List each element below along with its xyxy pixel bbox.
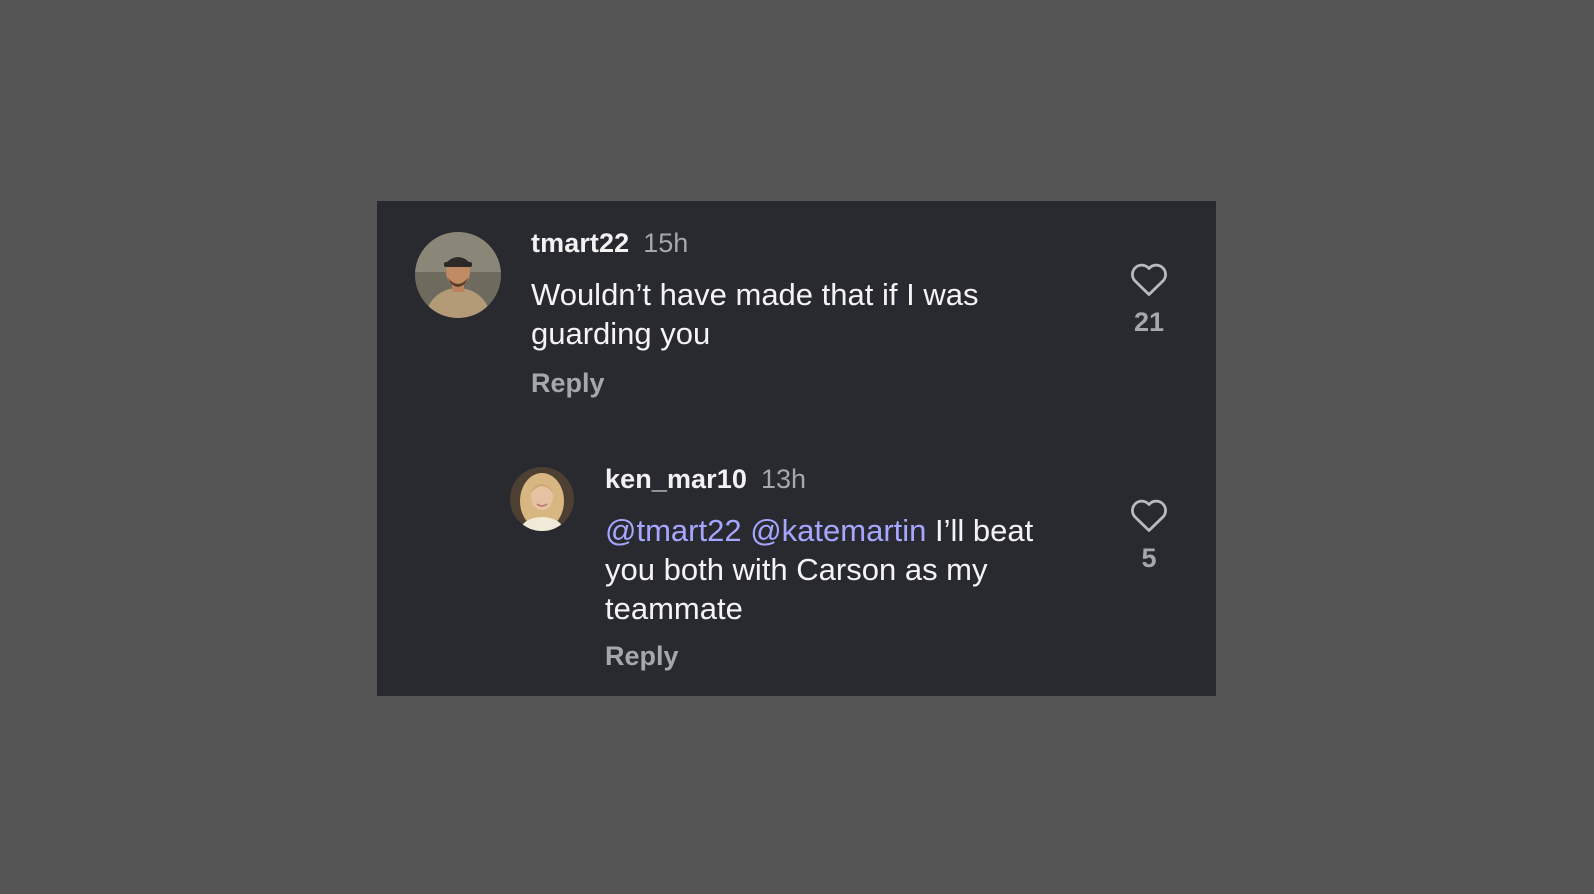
reply-button[interactable]: Reply [531, 370, 605, 397]
username[interactable]: ken_mar10 [605, 464, 747, 494]
user-avatar-icon [415, 232, 501, 318]
comment-header: tmart22 15h [531, 230, 688, 257]
heart-icon[interactable] [1129, 497, 1169, 533]
comments-panel: tmart22 15h Wouldn’t have made that if I … [377, 201, 1216, 696]
comment-text: @tmart22 @katemartin I’ll beat you both … [605, 511, 1085, 628]
mention-link[interactable]: @tmart22 [605, 513, 742, 548]
mention-link[interactable]: @katemartin [750, 513, 926, 548]
username[interactable]: tmart22 [531, 228, 629, 258]
like-count: 21 [1133, 307, 1165, 337]
like-count: 5 [1141, 543, 1157, 573]
heart-icon[interactable] [1129, 261, 1169, 297]
user-avatar-icon [510, 467, 574, 531]
comment: tmart22 15h Wouldn’t have made that if I … [377, 201, 1216, 431]
reply-comment: ken_mar10 13h @tmart22 @katemartin I’ll b… [377, 431, 1216, 696]
comment-header: ken_mar10 13h [605, 466, 806, 493]
like-control: 5 [1119, 497, 1179, 572]
timestamp: 15h [643, 228, 689, 258]
like-control: 21 [1119, 261, 1179, 336]
timestamp: 13h [761, 464, 807, 494]
comment-text: Wouldn’t have made that if I was guardin… [531, 277, 979, 351]
reply-button[interactable]: Reply [605, 643, 679, 670]
avatar[interactable] [510, 467, 574, 531]
avatar[interactable] [415, 232, 501, 318]
